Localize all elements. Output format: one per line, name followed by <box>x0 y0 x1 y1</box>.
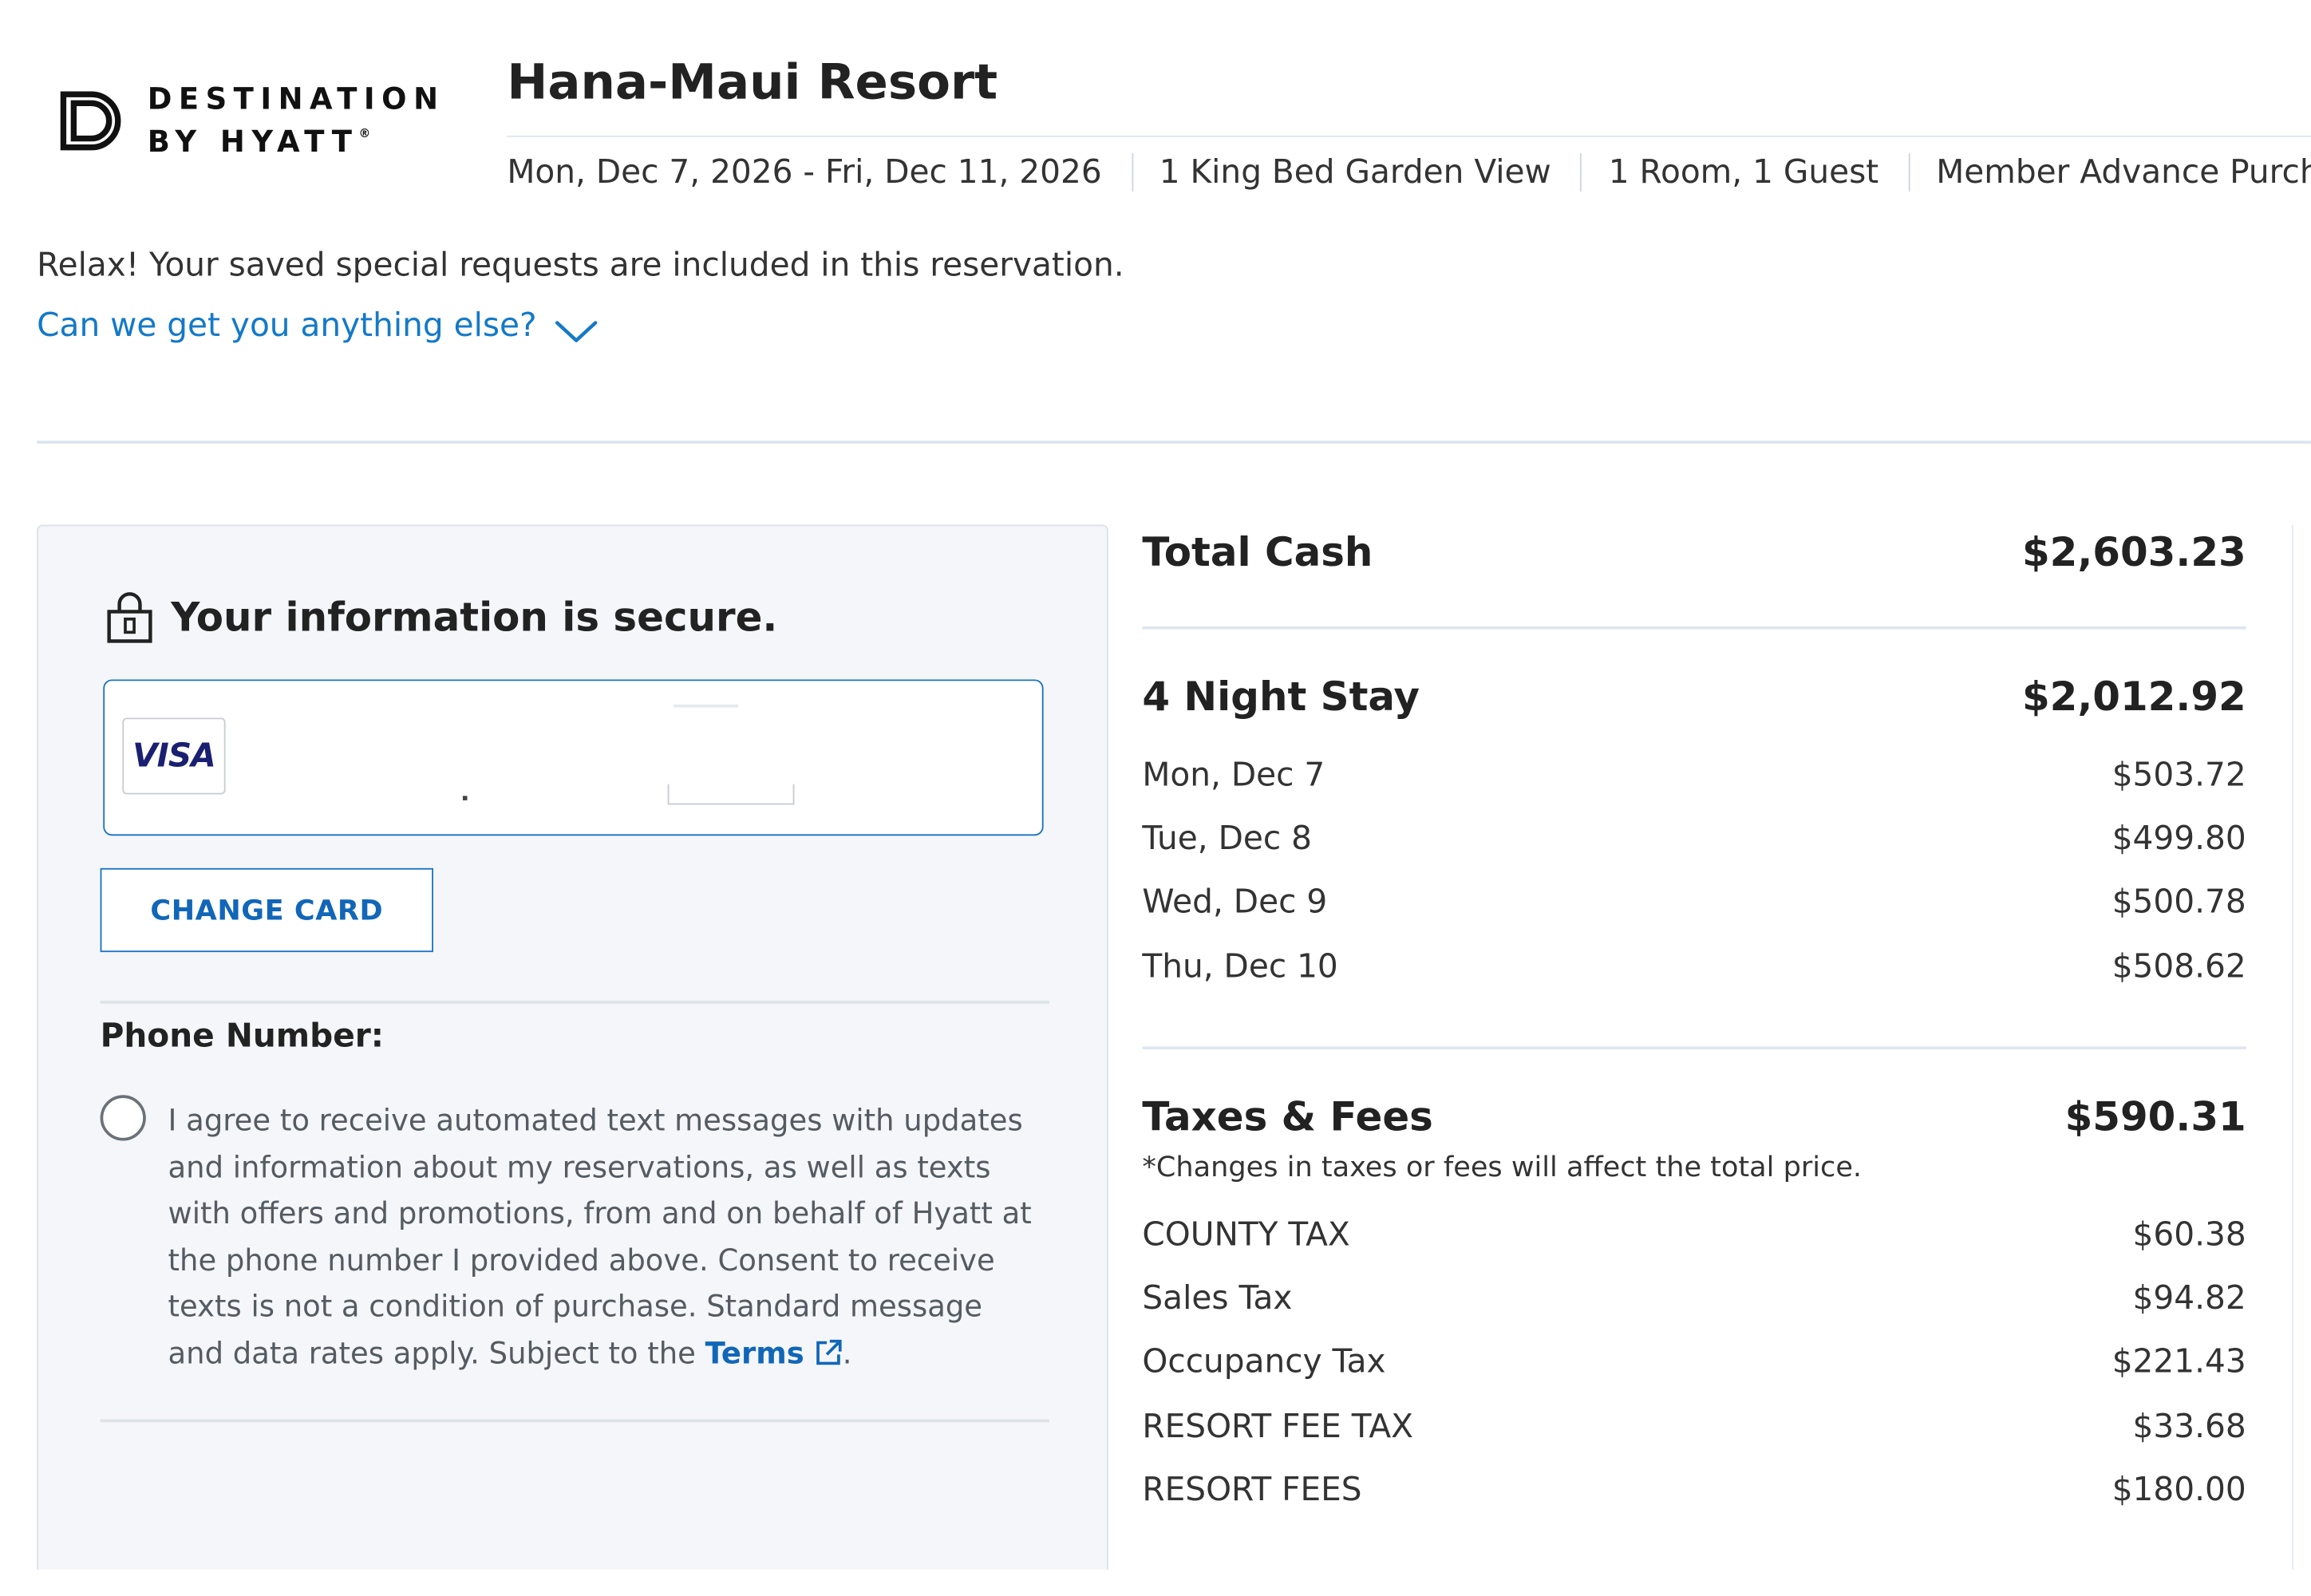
night-price: $500.78 <box>2112 884 2246 922</box>
card-info-redacted <box>462 796 468 800</box>
night-stay-value: $2,012.92 <box>2021 674 2246 721</box>
night-price: $503.72 <box>2112 757 2246 795</box>
rate-name: Member Advance Purchase <box>1936 154 2311 192</box>
consent-end: . <box>842 1334 852 1370</box>
sms-consent-text: I agree to receive automated text messag… <box>168 1098 1047 1377</box>
saved-card[interactable]: VISA <box>103 679 1044 836</box>
destination-by-hyatt-logo[interactable]: DESTINATION BY HYATT® <box>59 81 445 160</box>
tax-label: COUNTY TAX <box>1142 1217 1350 1254</box>
lock-icon <box>107 592 152 643</box>
tax-row: RESORT FEE TAX $33.68 <box>1142 1409 2246 1446</box>
secure-title: Your information is secure. <box>171 595 778 641</box>
hotel-name: Hana-Maui Resort <box>507 53 998 111</box>
total-cash-row: Total Cash $2,603.23 <box>1142 531 2246 576</box>
tax-label: Sales Tax <box>1142 1280 1293 1318</box>
logo-line-1: DESTINATION <box>147 81 445 117</box>
tax-label: RESORT FEE TAX <box>1142 1408 1414 1446</box>
taxes-fees-value: $590.31 <box>2064 1095 2246 1141</box>
night-stay-label: 4 Night Stay <box>1142 674 1420 721</box>
card-info-redacted <box>674 704 739 708</box>
night-date: Mon, Dec 7 <box>1142 757 1325 795</box>
registered-mark: ® <box>358 126 371 140</box>
night-row: Wed, Dec 9 $500.78 <box>1142 884 2246 921</box>
tax-label: Occupancy Tax <box>1142 1344 1386 1381</box>
header-divider <box>507 135 2311 137</box>
change-card-button[interactable]: CHANGE CARD <box>100 867 434 953</box>
special-requests-note: Relax! Your saved special requests are i… <box>37 247 1124 285</box>
night-row: Mon, Dec 7 $503.72 <box>1142 757 2246 794</box>
destination-logo-icon <box>60 90 121 150</box>
section-divider <box>37 440 2311 444</box>
tax-value: $221.43 <box>2112 1344 2246 1381</box>
taxes-note: *Changes in taxes or fees will affect th… <box>1142 1151 1863 1184</box>
summary-edge <box>2291 524 2293 1570</box>
payment-panel: Your information is secure. VISA CHANGE … <box>37 524 1108 1570</box>
night-date: Thu, Dec 10 <box>1142 949 1338 986</box>
anything-else-label: Can we get you anything else? <box>37 308 537 346</box>
taxes-fees-label: Taxes & Fees <box>1142 1095 1433 1141</box>
taxes-fees-row: Taxes & Fees $590.31 <box>1142 1095 2246 1140</box>
visa-card-icon: VISA <box>122 717 226 795</box>
tax-row: RESORT FEES $180.00 <box>1142 1472 2246 1509</box>
night-row: Thu, Dec 10 $508.62 <box>1142 949 2246 986</box>
sms-consent-radio[interactable] <box>100 1095 146 1141</box>
total-cash-value: $2,603.23 <box>2021 530 2246 577</box>
tax-row: Sales Tax $94.82 <box>1142 1281 2246 1317</box>
total-cash-label: Total Cash <box>1142 530 1373 577</box>
summary-divider <box>1142 626 2246 630</box>
meta-separator <box>1908 153 1910 192</box>
night-price: $499.80 <box>2112 820 2246 858</box>
logo-wordmark: DESTINATION BY HYATT® <box>148 81 445 160</box>
consent-body: I agree to receive automated text messag… <box>168 1102 1032 1370</box>
tax-row: COUNTY TAX $60.38 <box>1142 1218 2246 1254</box>
panel-divider <box>100 1419 1050 1423</box>
meta-separator <box>1131 153 1133 192</box>
logo-line-2: BY HYATT® <box>147 117 445 160</box>
night-date: Tue, Dec 8 <box>1142 820 1313 858</box>
meta-separator <box>1580 153 1582 192</box>
summary-divider <box>1142 1046 2246 1050</box>
terms-label: Terms <box>705 1334 804 1370</box>
card-info-redacted <box>667 784 795 805</box>
occupancy: 1 Room, 1 Guest <box>1608 154 1879 192</box>
night-price: $508.62 <box>2112 949 2246 986</box>
panel-divider <box>100 1001 1050 1004</box>
anything-else-toggle[interactable]: Can we get you anything else? <box>37 308 598 345</box>
tax-value: $33.68 <box>2132 1408 2246 1446</box>
room-type: 1 King Bed Garden View <box>1159 154 1551 192</box>
reservation-page: DESTINATION BY HYATT® Hana-Maui Resort M… <box>0 0 2311 1570</box>
tax-value: $60.38 <box>2132 1217 2246 1254</box>
tax-value: $94.82 <box>2132 1280 2246 1318</box>
logo-line-2-text: BY HYATT <box>147 124 359 160</box>
tax-row: Occupancy Tax $221.43 <box>1142 1344 2246 1381</box>
terms-link[interactable]: Terms <box>705 1334 843 1370</box>
chevron-down-icon <box>555 320 598 342</box>
night-row: Tue, Dec 8 $499.80 <box>1142 821 2246 858</box>
external-link-icon <box>816 1338 841 1365</box>
reservation-meta: Mon, Dec 7, 2026 - Fri, Dec 11, 2026 1 K… <box>507 153 2311 192</box>
night-stay-row: 4 Night Stay $2,012.92 <box>1142 675 2246 721</box>
stay-dates: Mon, Dec 7, 2026 - Fri, Dec 11, 2026 <box>507 154 1102 192</box>
night-date: Wed, Dec 9 <box>1142 884 1328 922</box>
secure-header: Your information is secure. <box>106 591 777 644</box>
phone-number-label: Phone Number: <box>100 1018 385 1056</box>
tax-value: $180.00 <box>2112 1472 2246 1510</box>
tax-label: RESORT FEES <box>1142 1472 1362 1510</box>
